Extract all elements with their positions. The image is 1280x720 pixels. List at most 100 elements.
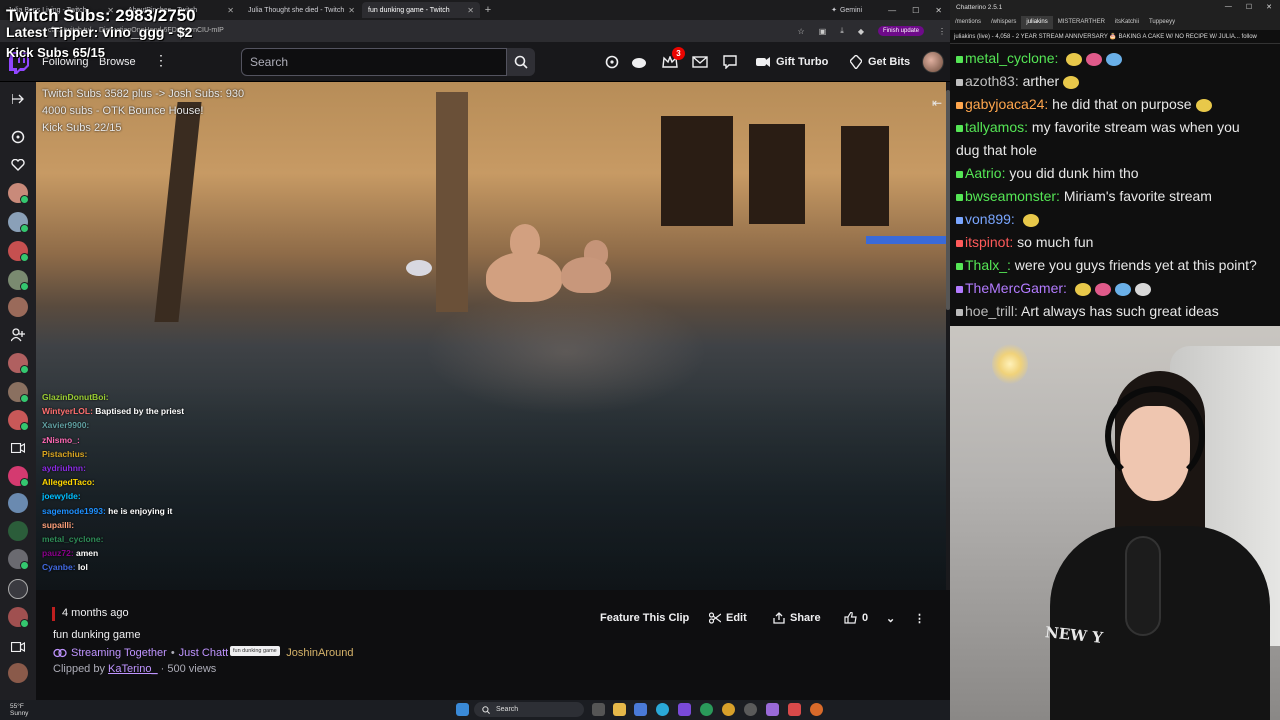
- close-window-icon[interactable]: ✕: [935, 6, 942, 15]
- collapse-icon[interactable]: ⇤: [932, 96, 942, 110]
- task-view-icon[interactable]: [592, 703, 605, 716]
- close-window-icon[interactable]: ✕: [1266, 3, 1272, 11]
- discord-icon[interactable]: [678, 703, 691, 716]
- search-input[interactable]: [241, 48, 507, 76]
- user-avatar[interactable]: [922, 51, 944, 73]
- browser-tab-4[interactable]: fun dunking game - Twitch ✕: [362, 2, 480, 18]
- app-icon[interactable]: [766, 703, 779, 716]
- tab-juliakins[interactable]: juliakins: [1021, 15, 1053, 29]
- store-icon[interactable]: [634, 703, 647, 716]
- live-indicator: [20, 394, 29, 403]
- streaming-together-icon: [53, 648, 67, 658]
- firefox-icon[interactable]: [810, 703, 823, 716]
- weather-widget[interactable]: 55°F Sunny: [10, 703, 28, 717]
- video-chat-line: Pistachius:: [42, 447, 184, 461]
- chat-username[interactable]: tallyamos:: [965, 119, 1028, 135]
- minimize-icon[interactable]: —: [888, 6, 896, 15]
- windows-start-icon[interactable]: [456, 703, 469, 716]
- prime-loot-icon[interactable]: [603, 54, 621, 70]
- finish-update-button[interactable]: Finish update: [877, 26, 924, 36]
- puzzle-icon[interactable]: ◆: [858, 27, 864, 36]
- category-link[interactable]: Just Chatt: [179, 647, 229, 659]
- chat-username[interactable]: Thalx_:: [965, 257, 1011, 273]
- file-explorer-icon[interactable]: [613, 703, 626, 716]
- chat-username: Pistachius:: [42, 448, 88, 459]
- chat-username[interactable]: azoth83:: [965, 73, 1019, 89]
- streaming-together-link[interactable]: Streaming Together: [71, 647, 167, 659]
- chat-username[interactable]: TheMercGamer:: [965, 280, 1067, 296]
- maximize-icon[interactable]: ☐: [912, 6, 919, 15]
- gift-turbo-button[interactable]: Gift Turbo: [750, 49, 834, 75]
- add-friend-icon[interactable]: [9, 326, 27, 344]
- edit-button[interactable]: Edit: [709, 607, 747, 629]
- chat-message-text: Baptised by the priest: [92, 406, 185, 417]
- pool-ball: [406, 260, 432, 276]
- chrome-icon[interactable]: [722, 703, 735, 716]
- video-icon[interactable]: [9, 439, 27, 457]
- sidebar-channel-avatar[interactable]: [8, 493, 28, 513]
- chat-message-text: he is enjoying it: [105, 505, 173, 516]
- more-icon[interactable]: ⋮: [154, 52, 168, 69]
- maximize-icon[interactable]: ☐: [1246, 3, 1252, 11]
- sidebar-channel-avatar[interactable]: [8, 521, 28, 541]
- menu-icon[interactable]: ⋮: [938, 27, 946, 36]
- browser-window: Julia Bops Living - Twitch ✕ AboutPinches…: [0, 0, 950, 700]
- chevron-down-icon[interactable]: ⌄: [886, 607, 895, 629]
- tab-tuppeeyy[interactable]: Tuppeeyy: [1144, 16, 1180, 29]
- chat-username[interactable]: von899:: [965, 211, 1015, 227]
- tab-mentions[interactable]: /mentions: [950, 16, 986, 29]
- chat-message: Aatrio: you did dunk him tho: [956, 162, 1274, 185]
- sidebar-channel-avatar[interactable]: [8, 663, 28, 683]
- clipper-link[interactable]: KaTerino_: [108, 663, 158, 675]
- taskbar-search[interactable]: Search: [474, 702, 584, 717]
- expand-sidebar-icon[interactable]: [9, 90, 27, 108]
- browser-icon[interactable]: [656, 703, 669, 716]
- chat-username[interactable]: Aatrio:: [965, 165, 1005, 181]
- tab-whispers[interactable]: /whispers: [986, 16, 1021, 29]
- chat-username: WintyerLOL:: [42, 406, 93, 417]
- sidebar-channel-avatar[interactable]: [8, 579, 28, 599]
- recommended-icon[interactable]: [9, 128, 27, 146]
- chat-username[interactable]: itspinot:: [965, 234, 1013, 250]
- extension-icon[interactable]: ▣: [819, 27, 827, 36]
- minimize-icon[interactable]: —: [1225, 3, 1232, 11]
- obs-icon[interactable]: [744, 703, 757, 716]
- edge-icon[interactable]: [700, 703, 713, 716]
- close-icon[interactable]: ✕: [227, 6, 234, 15]
- gemini-button[interactable]: ✦ Gemini: [825, 5, 868, 15]
- hype-icon[interactable]: [630, 54, 648, 70]
- chat-message: gabyjoaca24: he did that on purpose: [956, 93, 1274, 116]
- sidebar-channel-avatar[interactable]: [8, 297, 28, 317]
- heart-icon[interactable]: [9, 156, 27, 174]
- clip-video-player[interactable]: Twitch Subs 3582 plus -> Josh Subs: 930 …: [36, 82, 950, 590]
- star-icon[interactable]: ☆: [798, 27, 805, 36]
- share-button[interactable]: Share: [773, 607, 821, 629]
- search-button[interactable]: [507, 48, 535, 76]
- more-options-icon[interactable]: ⋮: [914, 607, 925, 629]
- inbox-icon[interactable]: [691, 54, 709, 70]
- browser-tab-3[interactable]: Julia Thought she died - Twitch ✕: [242, 2, 360, 18]
- emote-icon: [1086, 52, 1103, 66]
- chat-username[interactable]: hoe_trill:: [965, 303, 1018, 319]
- close-icon[interactable]: ✕: [467, 6, 474, 15]
- tab-misterarther[interactable]: MISTERARTHER: [1053, 16, 1110, 29]
- clip-channels: Streaming Together • Just Chatt JoshinAr…: [53, 647, 353, 659]
- chat-username[interactable]: bwseamonster:: [965, 188, 1060, 204]
- app-icon[interactable]: [788, 703, 801, 716]
- chatterino-tabs: /mentions /whispers juliakins MISTERARTH…: [950, 14, 1280, 30]
- tab-itskatchii[interactable]: itsKatchii: [1110, 16, 1144, 29]
- chat-username[interactable]: gabyjoaca24:: [965, 96, 1048, 112]
- feature-clip-button[interactable]: Feature This Clip: [600, 607, 689, 629]
- chat-username[interactable]: metal_cyclone:: [965, 50, 1058, 66]
- new-tab-icon[interactable]: +: [480, 4, 496, 16]
- get-bits-button[interactable]: Get Bits: [844, 49, 916, 75]
- video-icon[interactable]: [9, 638, 27, 656]
- close-icon[interactable]: ✕: [348, 6, 355, 15]
- chat-message: hoe_trill: Art always has such great ide…: [956, 300, 1274, 323]
- partner-channel-link[interactable]: JoshinAround: [286, 647, 353, 659]
- like-button[interactable]: 0: [844, 607, 868, 629]
- turbo-icon: [756, 57, 770, 67]
- download-icon[interactable]: ⤓: [840, 26, 844, 36]
- chat-message: von899:: [956, 208, 1274, 231]
- whispers-icon[interactable]: [721, 54, 739, 70]
